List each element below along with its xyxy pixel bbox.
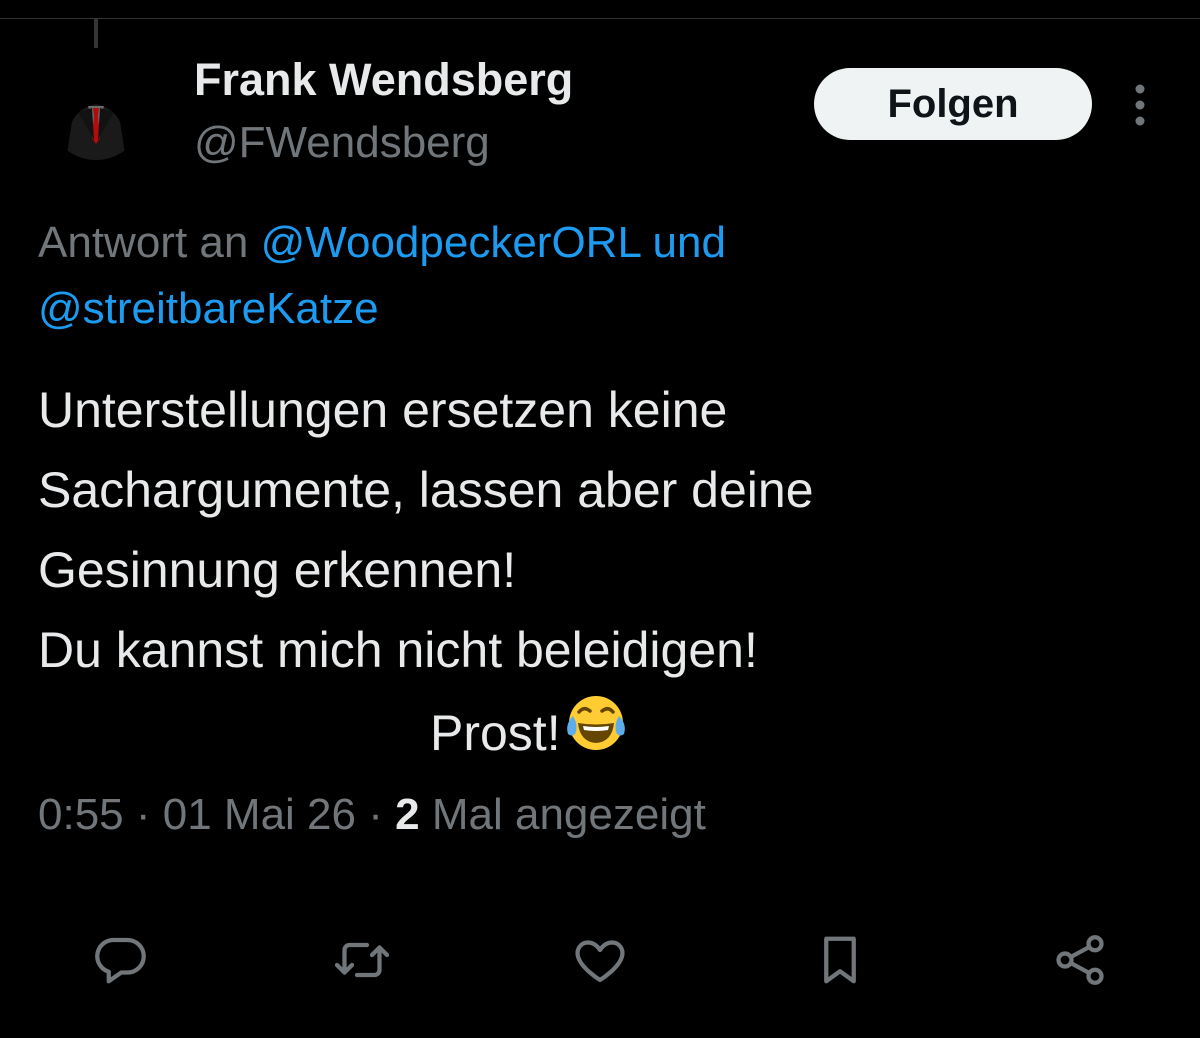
tweet-line-with-emoji: Prost! xyxy=(38,690,1168,773)
views-label: Mal angezeigt xyxy=(431,790,706,839)
avatar[interactable] xyxy=(48,64,144,160)
more-vertical-icon xyxy=(1135,84,1145,126)
meta-separator: · xyxy=(135,790,151,839)
tweet-line: Du kannst mich nicht beleidigen! xyxy=(38,622,758,678)
face-with-tears-of-joy-icon xyxy=(566,696,625,750)
reply-button[interactable] xyxy=(85,925,155,995)
heart-icon xyxy=(575,940,625,983)
tweet-line: Gesinnung erkennen! xyxy=(38,542,517,598)
share-icon xyxy=(1056,935,1104,985)
tweet-meta: 0:55 · 01 Mai 26 · 2 Mal angezeigt xyxy=(38,790,706,840)
mention-link[interactable]: @WoodpeckerORL xyxy=(261,218,641,267)
action-bar xyxy=(0,925,1200,995)
meta-separator: · xyxy=(368,790,383,839)
bookmark-icon xyxy=(824,936,856,984)
mention-link[interactable]: @streitbareKatze xyxy=(38,284,379,333)
author-display-name[interactable]: Frank Wendsberg xyxy=(194,54,573,106)
views-count: 2 xyxy=(395,790,420,839)
reply-context: Antwort an @WoodpeckerORL und @streitbar… xyxy=(38,210,1158,342)
reply-icon xyxy=(95,937,146,984)
tweet-date[interactable]: 01 Mai 26 xyxy=(163,790,356,839)
retweet-icon xyxy=(334,942,390,978)
like-button[interactable] xyxy=(565,925,635,995)
more-options-button[interactable] xyxy=(1120,80,1160,130)
reply-prefix: Antwort an xyxy=(38,218,249,267)
follow-button[interactable]: Folgen xyxy=(814,68,1092,140)
share-button[interactable] xyxy=(1045,925,1115,995)
reply-conjunction[interactable]: und xyxy=(653,218,726,267)
tweet-text: Unterstellungen ersetzen keine Sachargum… xyxy=(38,370,1168,773)
tweet-line: Sachargumente, lassen aber deine xyxy=(38,462,814,518)
tweet-time[interactable]: 0:55 xyxy=(38,790,124,839)
tweet-line: Unterstellungen ersetzen keine xyxy=(38,382,728,438)
author-handle[interactable]: @FWendsberg xyxy=(194,118,490,168)
tweet-line: Prost! xyxy=(430,705,561,761)
avatar-image xyxy=(48,64,144,160)
top-divider xyxy=(0,18,1200,19)
bookmark-button[interactable] xyxy=(805,925,875,995)
retweet-button[interactable] xyxy=(327,925,397,995)
thread-connector-line xyxy=(94,18,98,48)
